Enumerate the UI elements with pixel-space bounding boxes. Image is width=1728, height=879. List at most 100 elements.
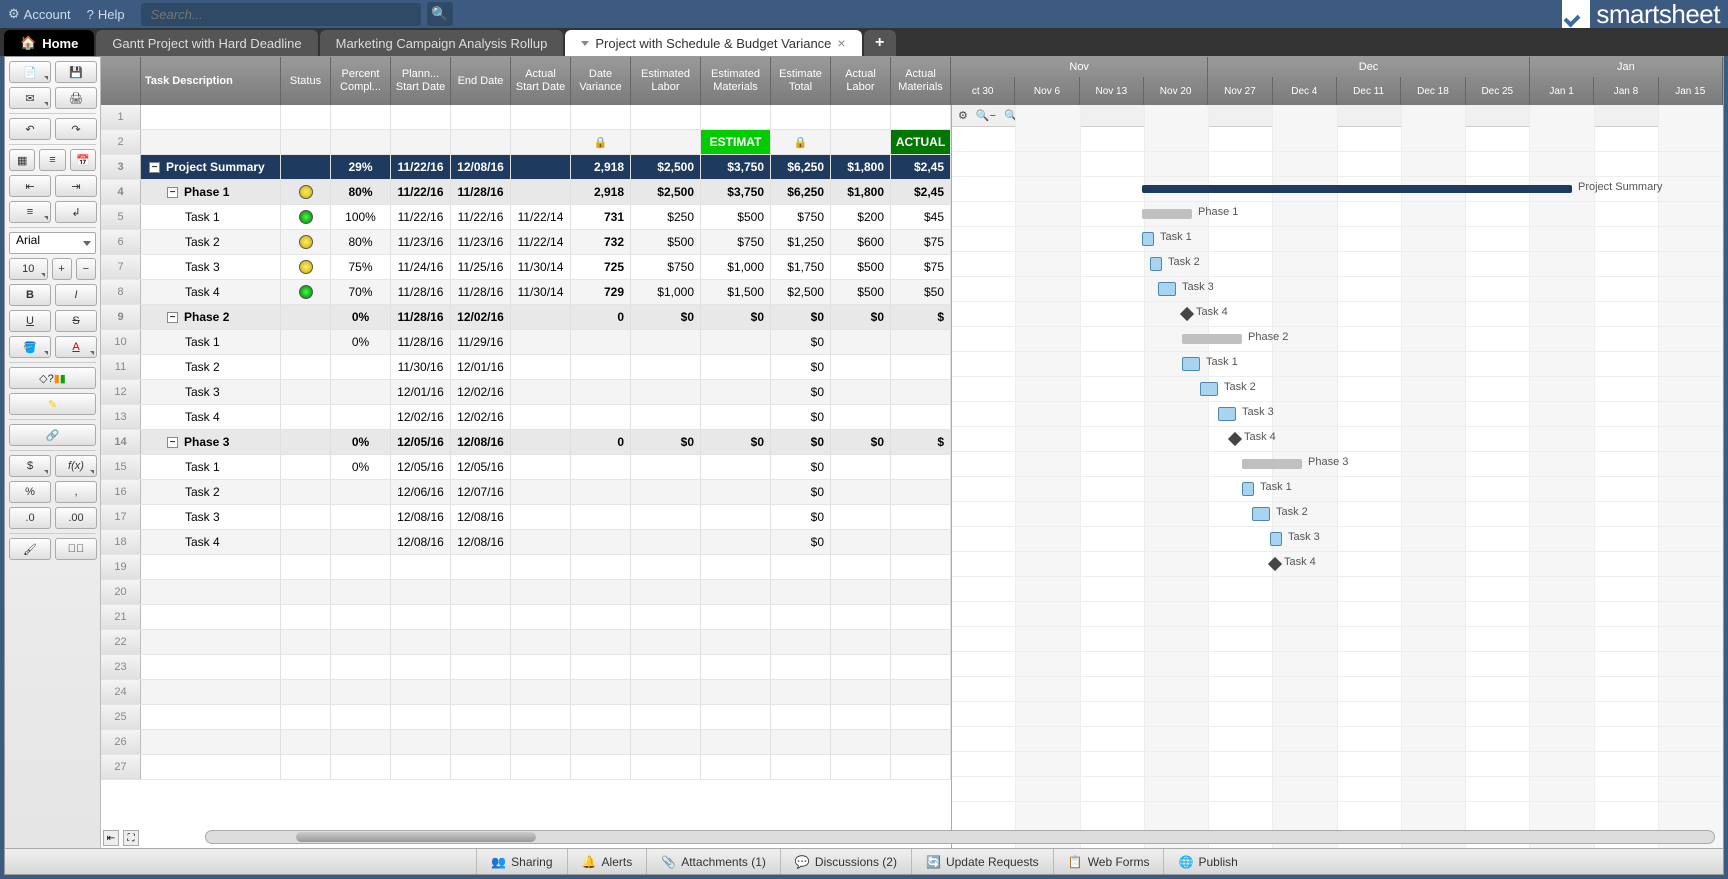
grid-cell[interactable]: [571, 480, 631, 504]
thousands-button[interactable]: ,: [55, 481, 97, 503]
clear-format-button[interactable]: ✎⃠: [55, 538, 97, 560]
grid-cell[interactable]: $2,45: [891, 155, 951, 179]
grid-cell[interactable]: [451, 580, 511, 604]
grid-cell[interactable]: [891, 530, 951, 554]
grid-cell[interactable]: $6,250: [771, 180, 831, 204]
grid-cell[interactable]: [701, 455, 771, 479]
grid-cell[interactable]: [831, 480, 891, 504]
grid-cell[interactable]: −Phase 3: [141, 430, 281, 454]
search-input[interactable]: [141, 3, 421, 26]
grid-cell[interactable]: [891, 705, 951, 729]
grid-cell[interactable]: Task 3: [141, 255, 281, 279]
grid-cell[interactable]: [331, 730, 391, 754]
gantt-bar[interactable]: [1142, 232, 1154, 246]
grid-cell[interactable]: [891, 480, 951, 504]
grid-cell[interactable]: [891, 105, 951, 129]
grid-cell[interactable]: 0: [571, 430, 631, 454]
print-button[interactable]: 🖨: [55, 87, 97, 109]
grid-cell[interactable]: [511, 730, 571, 754]
grid-cell[interactable]: [141, 605, 281, 629]
grid-cell[interactable]: 11/28/16: [451, 180, 511, 204]
grid-cell[interactable]: Task 1: [141, 205, 281, 229]
alerts-button[interactable]: 🔔Alerts: [567, 849, 647, 874]
gantt-bar[interactable]: [1142, 185, 1572, 193]
align-button[interactable]: ≡: [9, 201, 51, 223]
grid-cell[interactable]: [391, 630, 451, 654]
grid-cell[interactable]: [701, 755, 771, 779]
publish-button[interactable]: 🌐Publish: [1163, 849, 1251, 874]
grid-cell[interactable]: $1,500: [701, 280, 771, 304]
row-number[interactable]: 23: [101, 655, 141, 679]
grid-cell[interactable]: 11/30/14: [511, 255, 571, 279]
grid-cell[interactable]: [281, 755, 331, 779]
row-number[interactable]: 5: [101, 205, 141, 229]
grid-cell[interactable]: [281, 555, 331, 579]
grid-cell[interactable]: ACTUAL: [891, 130, 951, 154]
grid-cell[interactable]: $75: [891, 230, 951, 254]
row-number[interactable]: 15: [101, 455, 141, 479]
grid-cell[interactable]: [891, 405, 951, 429]
grid-cell[interactable]: [891, 330, 951, 354]
grid-cell[interactable]: $0: [771, 455, 831, 479]
col-end-date[interactable]: End Date: [451, 57, 511, 105]
grid-cell[interactable]: [571, 405, 631, 429]
grid-cell[interactable]: [451, 730, 511, 754]
grid-cell[interactable]: $2,500: [631, 155, 701, 179]
grid-cell[interactable]: [281, 430, 331, 454]
col-est-total[interactable]: Estimate Total: [771, 57, 831, 105]
grid-cell[interactable]: 2,918: [571, 155, 631, 179]
grid-cell[interactable]: $: [891, 305, 951, 329]
grid-cell[interactable]: [281, 230, 331, 254]
grid-cell[interactable]: 0: [571, 305, 631, 329]
grid-cell[interactable]: [331, 630, 391, 654]
col-task-desc[interactable]: Task Description: [141, 57, 281, 105]
sharing-button[interactable]: 👥Sharing: [476, 849, 566, 874]
tab-project-variance[interactable]: Project with Schedule & Budget Variance …: [565, 30, 861, 56]
grid-cell[interactable]: $1,250: [771, 230, 831, 254]
grid-cell[interactable]: [511, 655, 571, 679]
grid-cell[interactable]: [331, 405, 391, 429]
grid-cell[interactable]: [631, 755, 701, 779]
grid-cell[interactable]: [511, 130, 571, 154]
grid-cell[interactable]: $0: [771, 330, 831, 354]
grid-cell[interactable]: [571, 705, 631, 729]
grid-cell[interactable]: [451, 555, 511, 579]
grid-cell[interactable]: $750: [771, 205, 831, 229]
grid-cell[interactable]: [571, 730, 631, 754]
grid-cell[interactable]: [281, 305, 331, 329]
grid-cell[interactable]: [511, 480, 571, 504]
underline-button[interactable]: U: [9, 310, 51, 332]
grid-cell[interactable]: [891, 505, 951, 529]
grid-cell[interactable]: [631, 680, 701, 704]
grid-cell[interactable]: $2,500: [771, 280, 831, 304]
gantt-bar[interactable]: [1158, 282, 1176, 296]
grid-cell[interactable]: [571, 555, 631, 579]
grid-cell[interactable]: [701, 655, 771, 679]
grid-cell[interactable]: [511, 630, 571, 654]
grid-cell[interactable]: $0: [771, 530, 831, 554]
grid-cell[interactable]: [701, 730, 771, 754]
grid-cell[interactable]: [281, 530, 331, 554]
grid-cell[interactable]: 11/29/16: [451, 330, 511, 354]
grid-cell[interactable]: $0: [631, 430, 701, 454]
grid-cell[interactable]: [631, 130, 701, 154]
grid-cell[interactable]: 11/22/16: [391, 155, 451, 179]
grid-cell[interactable]: [571, 380, 631, 404]
grid-cell[interactable]: $3,750: [701, 155, 771, 179]
grid-cell[interactable]: [631, 105, 701, 129]
new-sheet-button[interactable]: 📄: [9, 61, 51, 83]
grid-cell[interactable]: [631, 555, 701, 579]
grid-cell[interactable]: Task 4: [141, 405, 281, 429]
tab-gantt-deadline[interactable]: Gantt Project with Hard Deadline: [96, 30, 317, 56]
tab-menu-icon[interactable]: [581, 41, 589, 46]
grid-cell[interactable]: [701, 105, 771, 129]
grid-cell[interactable]: [891, 680, 951, 704]
grid-cell[interactable]: 729: [571, 280, 631, 304]
grid-cell[interactable]: [831, 630, 891, 654]
grid-cell[interactable]: [451, 755, 511, 779]
grid-cell[interactable]: [831, 580, 891, 604]
attachments-button[interactable]: 📎Attachments (1): [646, 849, 780, 874]
row-number[interactable]: 9: [101, 305, 141, 329]
grid-cell[interactable]: 11/23/16: [451, 230, 511, 254]
row-number[interactable]: 18: [101, 530, 141, 554]
